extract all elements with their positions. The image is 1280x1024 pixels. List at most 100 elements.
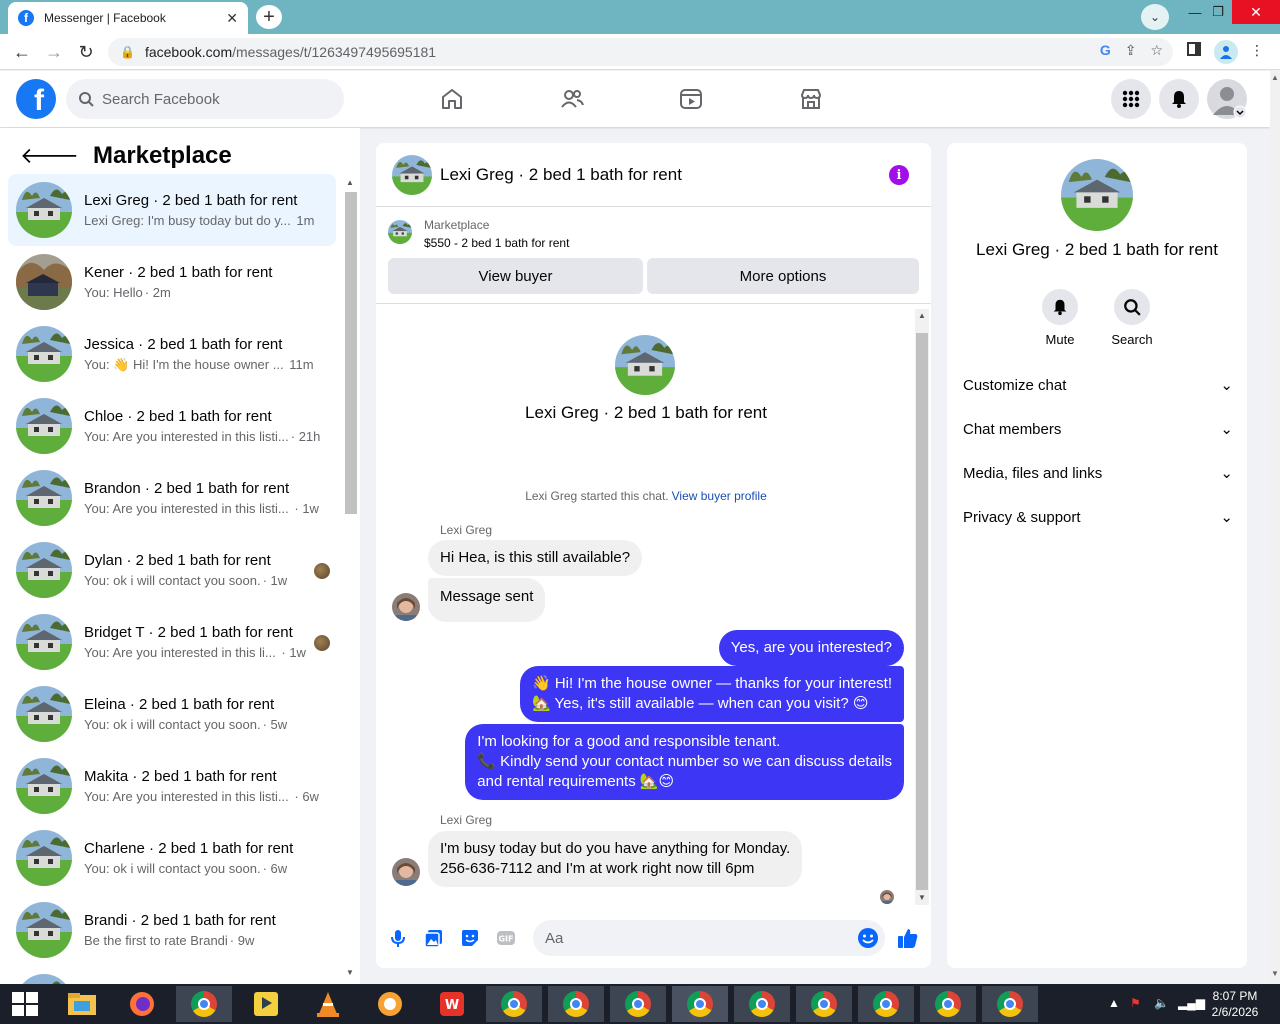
photo-gallery-icon[interactable] bbox=[422, 926, 446, 950]
facebook-search-box[interactable] bbox=[66, 79, 344, 119]
conversation-item[interactable]: Dylan · 2 bed 1 bath for rent You: ok i w… bbox=[8, 534, 336, 606]
scroll-up-arrow-icon[interactable]: ▲ bbox=[346, 178, 354, 187]
more-options-button[interactable]: More options bbox=[647, 258, 919, 294]
marketplace-icon[interactable] bbox=[795, 83, 827, 115]
menu-grid-icon[interactable] bbox=[1111, 79, 1151, 119]
chat-header-name[interactable]: Lexi Greg · 2 bed 1 bath for rent bbox=[440, 165, 682, 185]
scroll-down-arrow-icon[interactable]: ▼ bbox=[346, 968, 354, 977]
chat-started-note: Lexi Greg started this chat. View buyer p… bbox=[525, 489, 767, 503]
new-tab-button[interactable]: + bbox=[256, 5, 282, 29]
network-alert-icon[interactable]: ⚑ bbox=[1130, 996, 1141, 1010]
firefox-icon[interactable] bbox=[114, 986, 170, 1022]
media-files-links-row[interactable]: Media, files and links ⌄ bbox=[963, 458, 1233, 488]
customize-chat-row[interactable]: Customize chat ⌄ bbox=[963, 370, 1233, 400]
sticker-icon[interactable] bbox=[458, 926, 482, 950]
chrome-taskbar-icon[interactable] bbox=[176, 986, 232, 1022]
conversation-item[interactable]: Eleina · 2 bed 1 bath for rent You: ok i … bbox=[8, 678, 336, 750]
tab-search-button[interactable]: ⌄ bbox=[1141, 4, 1169, 30]
google-icon[interactable]: G bbox=[1100, 42, 1111, 59]
conversation-item[interactable]: Jessica · 2 bed 1 bath for rent You: 👋 Hi… bbox=[8, 318, 336, 390]
media-player-icon[interactable] bbox=[238, 986, 294, 1022]
avatar[interactable] bbox=[1061, 159, 1133, 231]
close-window-button[interactable]: ✕ bbox=[1232, 0, 1280, 24]
avatar bbox=[16, 398, 72, 454]
tray-overflow-icon[interactable]: ▲ bbox=[1108, 996, 1120, 1010]
avatar[interactable] bbox=[392, 155, 432, 195]
uc-browser-icon[interactable] bbox=[362, 986, 418, 1022]
conversation-item[interactable]: Brandi · 2 bed 1 bath for rent Be the fir… bbox=[8, 894, 336, 966]
conversation-item[interactable] bbox=[8, 966, 336, 984]
chrome-taskbar-icon[interactable] bbox=[486, 986, 542, 1022]
browser-tab[interactable]: f Messenger | Facebook ✕ bbox=[8, 2, 248, 34]
restore-window-button[interactable]: ❐ bbox=[1205, 0, 1231, 24]
side-panel-icon[interactable] bbox=[1184, 42, 1204, 56]
conversation-item[interactable]: Bridget T · 2 bed 1 bath for rent You: Ar… bbox=[8, 606, 336, 678]
conversation-item[interactable]: Chloe · 2 bed 1 bath for rent You: Are yo… bbox=[8, 390, 336, 462]
microphone-icon[interactable] bbox=[386, 926, 410, 950]
conversation-item[interactable]: Makita · 2 bed 1 bath for rent You: Are y… bbox=[8, 750, 336, 822]
wps-office-icon[interactable]: W bbox=[424, 986, 480, 1022]
chrome-taskbar-icon[interactable] bbox=[734, 986, 790, 1022]
chrome-taskbar-icon[interactable] bbox=[610, 986, 666, 1022]
mute-button[interactable]: Mute bbox=[1030, 289, 1090, 347]
home-icon[interactable] bbox=[436, 83, 468, 115]
profile-avatar-icon[interactable] bbox=[1214, 40, 1238, 64]
chat-details-panel: Lexi Greg · 2 bed 1 bath for rent Mute S… bbox=[947, 143, 1247, 968]
gif-icon[interactable]: GIF bbox=[494, 926, 518, 950]
share-icon[interactable]: ⇪ bbox=[1125, 42, 1137, 59]
message-thread-scrollbar[interactable]: ▲ ▼ bbox=[915, 309, 929, 905]
chrome-taskbar-icon[interactable] bbox=[920, 986, 976, 1022]
notifications-bell-icon[interactable] bbox=[1159, 79, 1199, 119]
chrome-taskbar-icon[interactable] bbox=[858, 986, 914, 1022]
chrome-taskbar-icon[interactable] bbox=[548, 986, 604, 1022]
privacy-support-row[interactable]: Privacy & support ⌄ bbox=[963, 502, 1233, 532]
forward-arrow-icon[interactable]: → bbox=[42, 40, 66, 64]
scrollbar-thumb[interactable] bbox=[916, 333, 928, 890]
scroll-down-arrow-icon[interactable]: ▼ bbox=[918, 893, 926, 902]
thread-name: Lexi Greg · 2 bed 1 bath for rent bbox=[525, 403, 767, 422]
volume-icon[interactable]: 🔈 bbox=[1154, 996, 1169, 1010]
search-in-conversation-button[interactable]: Search bbox=[1102, 289, 1162, 347]
friends-icon[interactable] bbox=[556, 83, 588, 115]
view-buyer-button[interactable]: View buyer bbox=[388, 258, 643, 294]
back-arrow-icon[interactable]: ← bbox=[10, 40, 34, 64]
conversation-item[interactable]: Charlene · 2 bed 1 bath for rent You: ok … bbox=[8, 822, 336, 894]
view-buyer-profile-link[interactable]: View buyer profile bbox=[672, 489, 767, 503]
page-scrollbar[interactable]: ▲ ▼ bbox=[1270, 71, 1280, 984]
chrome-taskbar-icon[interactable] bbox=[672, 986, 728, 1022]
reload-icon[interactable]: ↻ bbox=[74, 40, 98, 64]
conversation-item[interactable]: Brandon · 2 bed 1 bath for rent You: Are … bbox=[8, 462, 336, 534]
file-explorer-icon[interactable] bbox=[54, 986, 110, 1022]
url-omnibox[interactable]: 🔒 facebook.com/messages/t/12634974956951… bbox=[108, 38, 1173, 66]
message-input[interactable] bbox=[533, 920, 885, 956]
facebook-logo-icon[interactable]: f bbox=[16, 79, 56, 119]
windows-start-icon[interactable] bbox=[12, 992, 38, 1016]
search-icon bbox=[79, 92, 94, 107]
info-icon[interactable]: i bbox=[889, 165, 909, 185]
chrome-taskbar-icon[interactable] bbox=[796, 986, 852, 1022]
bookmark-star-icon[interactable]: ☆ bbox=[1150, 42, 1163, 59]
conversation-item[interactable]: Lexi Greg · 2 bed 1 bath for rent Lexi Gr… bbox=[8, 174, 336, 246]
account-avatar-icon[interactable] bbox=[1207, 79, 1247, 119]
close-tab-icon[interactable]: ✕ bbox=[226, 10, 238, 27]
scroll-up-arrow-icon[interactable]: ▲ bbox=[918, 311, 926, 320]
taskbar-clock[interactable]: 8:07 PM 2/6/2026 bbox=[1200, 988, 1270, 1020]
like-thumbs-up-icon[interactable] bbox=[896, 926, 920, 950]
browser-menu-icon[interactable]: ⋮ bbox=[1250, 42, 1264, 59]
conversation-item[interactable]: Kener · 2 bed 1 bath for rent You: Hello ·… bbox=[8, 246, 336, 318]
scrollbar-thumb[interactable] bbox=[345, 192, 357, 514]
scroll-up-arrow-icon[interactable]: ▲ bbox=[1271, 73, 1279, 82]
scroll-down-arrow-icon[interactable]: ▼ bbox=[1271, 969, 1279, 978]
listing-title[interactable]: $550 - 2 bed 1 bath for rent bbox=[424, 236, 569, 250]
conversation-list-scrollbar[interactable]: ▲ ▼ bbox=[344, 178, 357, 978]
watch-video-icon[interactable] bbox=[675, 83, 707, 115]
back-arrow-icon[interactable]: 🡐 bbox=[20, 143, 79, 169]
emoji-icon[interactable] bbox=[856, 926, 880, 950]
conversation-name: Bridget T · 2 bed 1 bath for rent bbox=[84, 624, 293, 641]
vlc-icon[interactable] bbox=[300, 986, 356, 1022]
chat-members-row[interactable]: Chat members ⌄ bbox=[963, 414, 1233, 444]
chat-header: Lexi Greg · 2 bed 1 bath for rent i bbox=[376, 143, 931, 207]
chrome-taskbar-icon[interactable] bbox=[982, 986, 1038, 1022]
conversation-time: · 9w bbox=[229, 933, 255, 948]
facebook-search-input[interactable] bbox=[102, 90, 322, 108]
